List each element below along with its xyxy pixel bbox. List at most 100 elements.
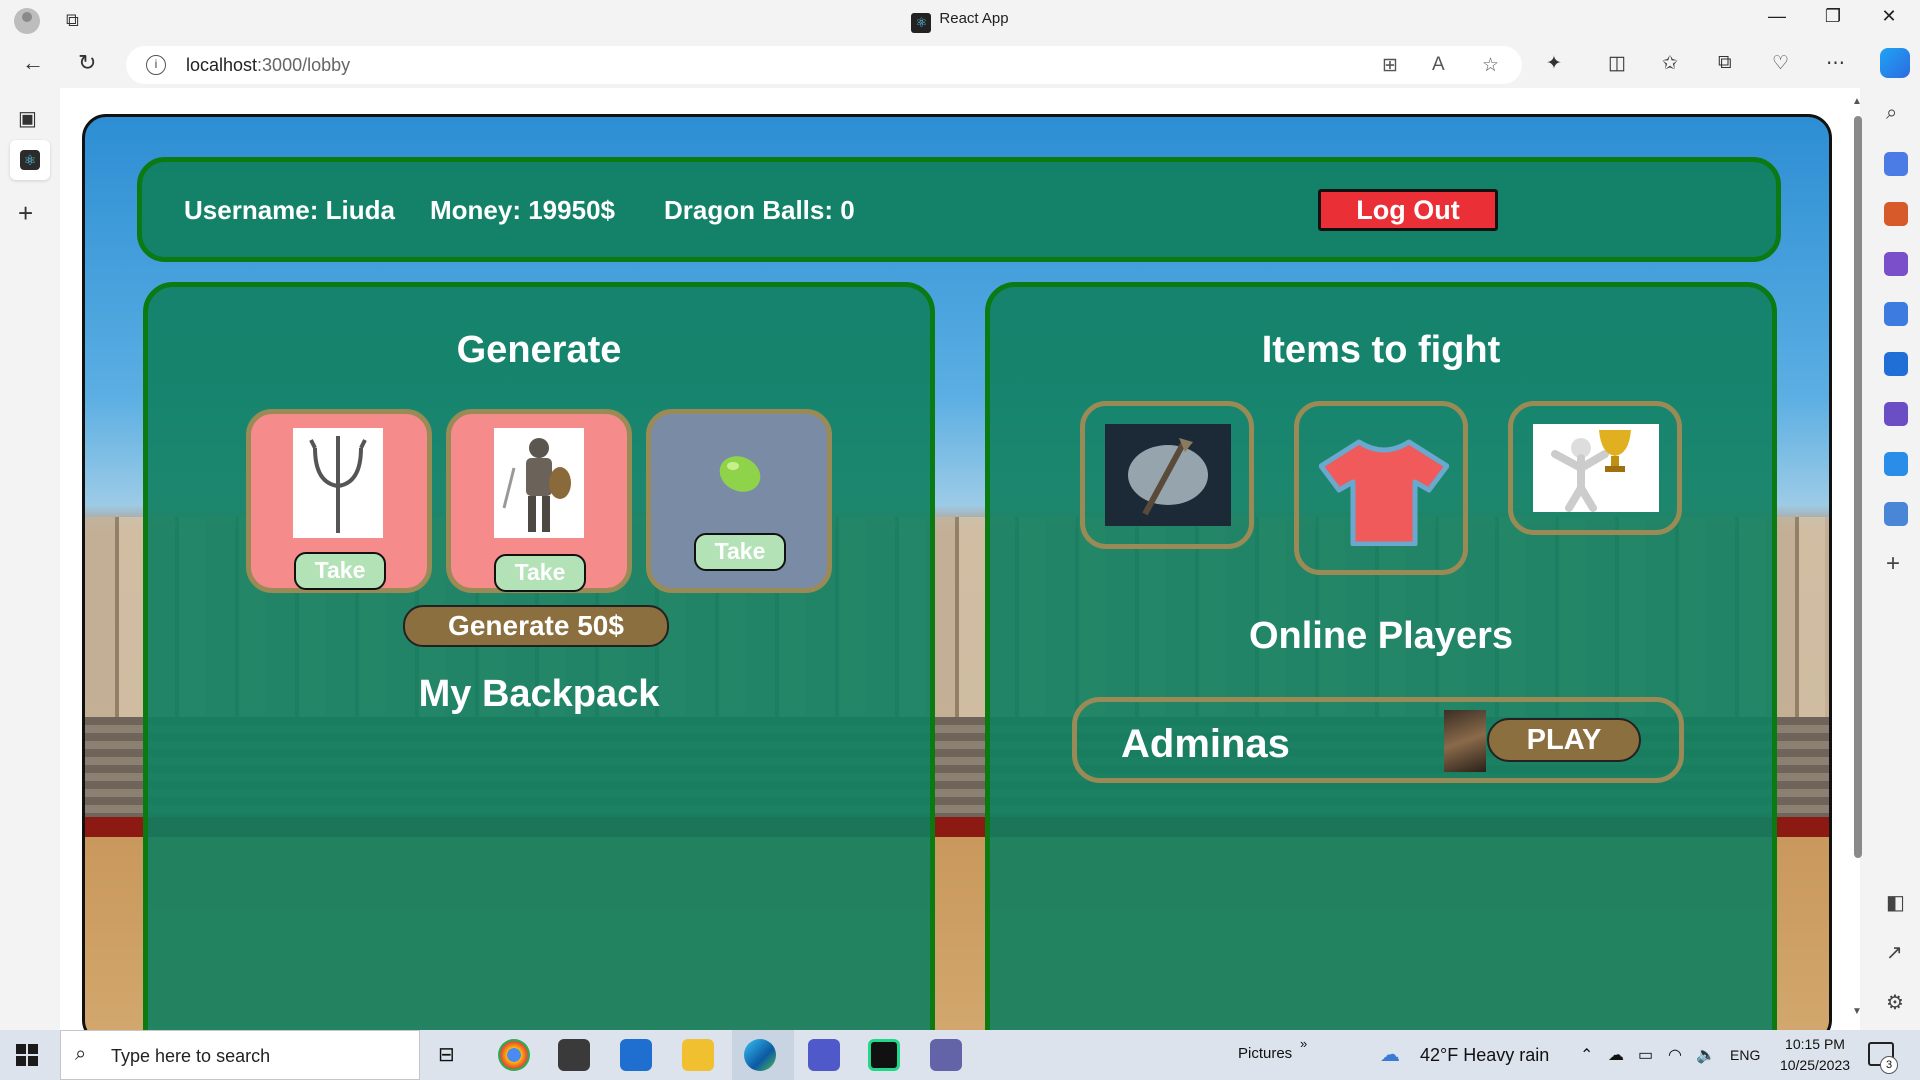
fight-item-sword[interactable] <box>1080 401 1254 549</box>
app-available-icon[interactable]: ⊞ <box>1382 54 1398 77</box>
tray-chevron-up-icon[interactable]: ⌃ <box>1580 1045 1593 1065</box>
taskbar-search-placeholder: Type here to search <box>111 1046 271 1066</box>
windows-taskbar: ⌕ Type here to search ⊟ Pictures » ☁ 42°… <box>0 1030 1920 1080</box>
player-avatar <box>1444 710 1486 772</box>
extensions-icon[interactable]: ✦ <box>1546 52 1562 75</box>
generate-50-button[interactable]: Generate 50$ <box>403 605 669 647</box>
collections-icon[interactable]: ⧉ <box>1718 52 1732 74</box>
chevron-right-icon[interactable]: » <box>1300 1036 1307 1051</box>
user-info-panel: Username: Liuda Money: 19950$ Dragon Bal… <box>137 157 1781 262</box>
copilot-icon[interactable] <box>1880 48 1910 78</box>
tools-icon[interactable] <box>1884 202 1908 226</box>
trident-image <box>293 428 383 538</box>
settings-gear-icon[interactable]: ⚙ <box>1886 990 1904 1015</box>
backpack-title: My Backpack <box>418 673 660 715</box>
favorite-star-icon[interactable]: ☆ <box>1482 54 1499 77</box>
edge-icon[interactable] <box>744 1039 776 1071</box>
logout-button[interactable]: Log Out <box>1318 189 1498 231</box>
green-bean-icon <box>719 456 761 492</box>
scroll-down-icon[interactable]: ▼ <box>1852 1006 1862 1017</box>
more-menu-icon[interactable]: ⋯ <box>1826 52 1845 75</box>
teams-new-icon[interactable] <box>808 1039 840 1071</box>
scrollbar-thumb[interactable] <box>1854 116 1862 858</box>
fight-item-trophy[interactable] <box>1508 401 1682 535</box>
generate-card-knight: Take <box>446 409 632 593</box>
pictures-folder-label[interactable]: Pictures <box>1238 1045 1292 1062</box>
open-external-icon[interactable]: ↗ <box>1886 940 1903 965</box>
close-window-button[interactable]: ✕ <box>1866 6 1912 27</box>
chrome-icon[interactable] <box>498 1039 530 1071</box>
shopping-icon[interactable] <box>1884 152 1908 176</box>
online-players-title: Online Players <box>1248 615 1513 657</box>
clock-date: 10/25/2023 <box>1779 1057 1851 1073</box>
edge-sidebar: ⌕ + ◧ ↗ ⚙ <box>1872 88 1920 1030</box>
mail-icon[interactable] <box>620 1039 652 1071</box>
maximize-button[interactable]: ❐ <box>1810 6 1856 27</box>
player-row: Adminas PLAY <box>1072 697 1684 783</box>
teams-icon[interactable] <box>930 1039 962 1071</box>
refresh-icon[interactable]: ↻ <box>78 50 96 76</box>
active-tab-react-app[interactable]: ⚛ <box>10 140 50 180</box>
generate-card-bean: Take <box>646 409 832 593</box>
flag-icon[interactable] <box>1884 502 1908 526</box>
games-icon[interactable] <box>1884 252 1908 276</box>
sword-in-stone-icon <box>1105 424 1231 526</box>
browser-title-bar: ⧉ ⚛ React App — ❐ ✕ <box>0 0 1920 40</box>
fight-item-tshirt[interactable] <box>1294 401 1468 575</box>
task-view-icon[interactable]: ⊟ <box>438 1042 455 1067</box>
wifi-icon[interactable]: ◠ <box>1668 1045 1682 1065</box>
add-sidebar-app-icon[interactable]: + <box>1886 550 1900 578</box>
clock-time: 10:15 PM <box>1785 1036 1845 1052</box>
take-button[interactable]: Take <box>294 552 386 590</box>
react-favicon-icon: ⚛ <box>911 13 932 33</box>
volume-icon[interactable]: 🔈 <box>1696 1045 1716 1065</box>
site-info-icon[interactable]: i <box>146 55 166 75</box>
minimize-button[interactable]: — <box>1754 6 1800 27</box>
generate-panel: Generate Take Take Take Generate 50$ My … <box>143 282 935 1030</box>
url-path: :3000/lobby <box>257 55 351 75</box>
take-button[interactable]: Take <box>494 554 586 592</box>
trophy-figure-icon <box>1533 424 1659 512</box>
favorites-icon[interactable]: ✩ <box>1662 52 1678 75</box>
url-host: localhost <box>186 55 258 75</box>
page-scrollbar[interactable]: ▲ ▼ <box>1852 96 1864 1022</box>
read-aloud-icon[interactable]: A <box>1432 54 1445 76</box>
generate-title: Generate <box>456 329 622 371</box>
onedrive-icon[interactable]: ☁ <box>1608 1045 1624 1065</box>
windows-start-icon[interactable] <box>16 1044 38 1066</box>
outlook-icon[interactable] <box>1884 352 1908 376</box>
file-explorer-icon[interactable] <box>682 1039 714 1071</box>
browser-essentials-icon[interactable]: ♡ <box>1772 52 1789 75</box>
designer-icon[interactable] <box>1884 402 1908 426</box>
take-button[interactable]: Take <box>694 533 786 571</box>
play-button[interactable]: PLAY <box>1487 718 1641 762</box>
vertical-tabs-rail: ▣ ⚛ + <box>0 88 60 1030</box>
window-title-text: React App <box>939 10 1009 27</box>
fight-panel: Items to fight Online Players Adminas PL… <box>985 282 1777 1030</box>
items-to-fight-title: Items to fight <box>1261 329 1501 371</box>
tab-list-icon[interactable]: ▣ <box>18 106 37 131</box>
back-icon[interactable]: ← <box>22 50 44 76</box>
taskbar-search[interactable]: ⌕ Type here to search <box>60 1030 420 1080</box>
dragon-balls-label: Dragon Balls: 0 <box>664 195 855 225</box>
scroll-up-icon[interactable]: ▲ <box>1852 96 1862 107</box>
microsoft-store-icon[interactable] <box>558 1039 590 1071</box>
weather-icon[interactable]: ☁ <box>1380 1042 1400 1067</box>
trident-icon <box>309 436 367 533</box>
microsoft365-icon[interactable] <box>1884 302 1908 326</box>
webstorm-icon[interactable] <box>868 1039 900 1071</box>
search-icon: ⌕ <box>75 1043 87 1065</box>
send-icon[interactable] <box>1884 452 1908 476</box>
url-text[interactable]: localhost:3000/lobby <box>186 55 350 76</box>
sidebar-layout-icon[interactable]: ◧ <box>1886 890 1905 915</box>
search-icon[interactable]: ⌕ <box>1886 102 1897 125</box>
split-screen-icon[interactable]: ◫ <box>1608 52 1626 75</box>
taskbar-clock[interactable]: 10:15 PM 10/25/2023 <box>1770 1034 1860 1076</box>
battery-icon[interactable]: ▭ <box>1638 1045 1653 1065</box>
player-name: Adminas <box>1121 722 1290 766</box>
new-tab-icon[interactable]: + <box>18 198 33 229</box>
weather-text[interactable]: 42°F Heavy rain <box>1420 1045 1549 1066</box>
language-indicator[interactable]: ENG <box>1730 1047 1760 1063</box>
address-bar[interactable]: i localhost:3000/lobby ⊞ A ☆ <box>126 46 1522 84</box>
knight-image <box>494 428 584 538</box>
